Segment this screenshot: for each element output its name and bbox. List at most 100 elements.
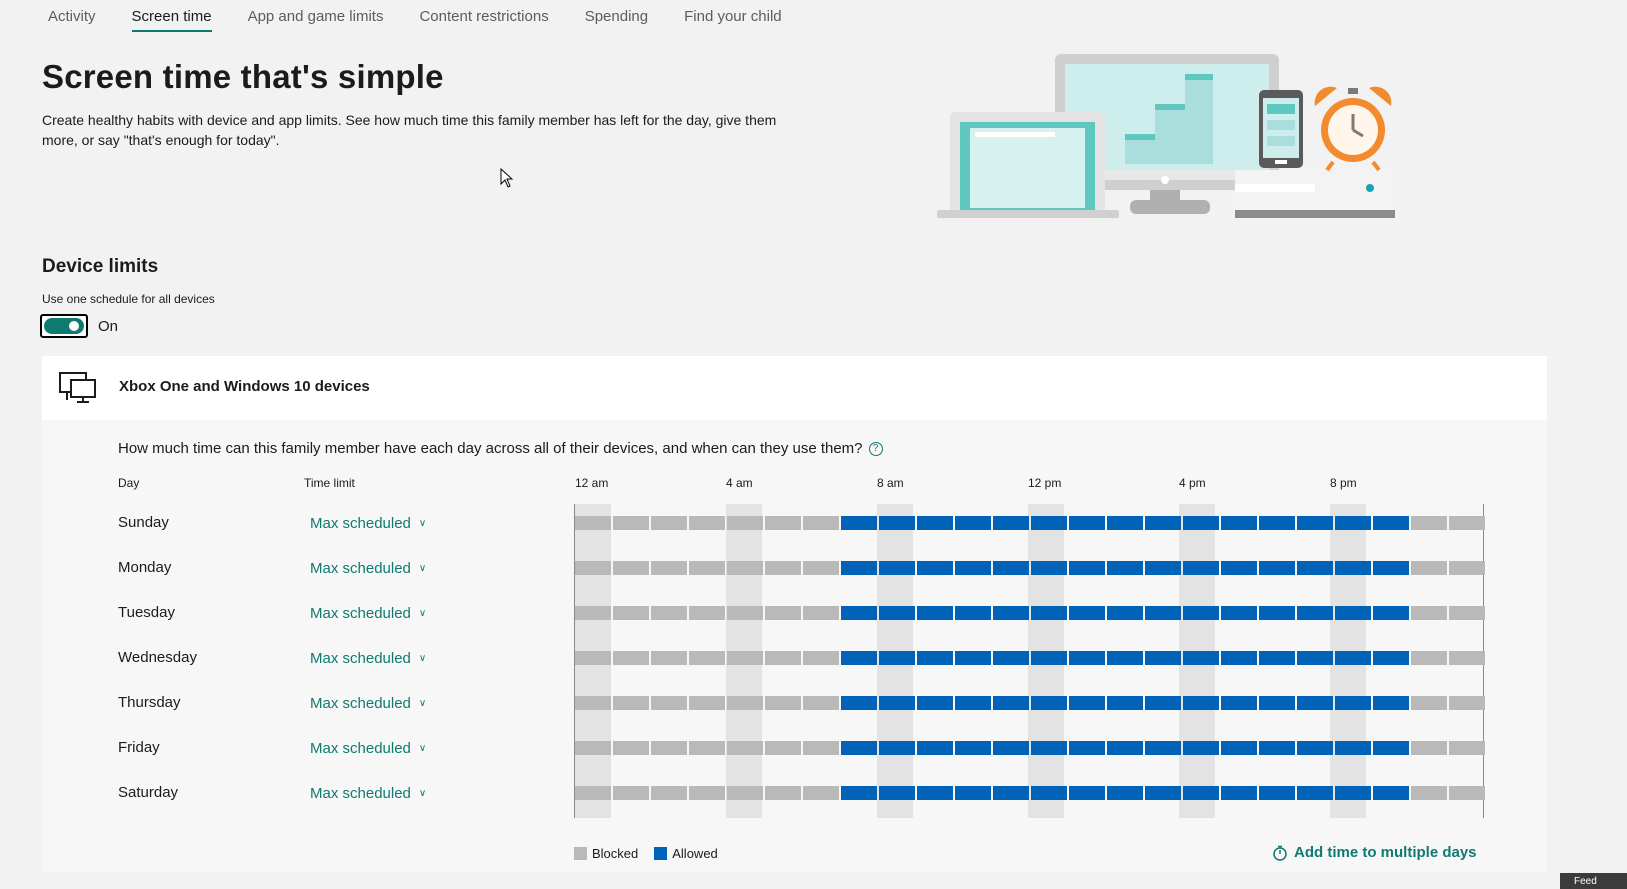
schedule-slot-allowed[interactable] (1335, 786, 1371, 800)
schedule-slot-blocked[interactable] (689, 651, 725, 665)
schedule-slot-blocked[interactable] (727, 696, 763, 710)
schedule-slot-allowed[interactable] (1145, 741, 1181, 755)
schedule-slot-allowed[interactable] (1373, 741, 1409, 755)
schedule-slot-blocked[interactable] (1411, 561, 1447, 575)
schedule-slot-allowed[interactable] (917, 696, 953, 710)
schedule-slot-allowed[interactable] (1069, 606, 1105, 620)
schedule-slot-allowed[interactable] (1221, 786, 1257, 800)
schedule-slot-blocked[interactable] (803, 606, 839, 620)
schedule-slot-allowed[interactable] (1259, 561, 1295, 575)
schedule-slot-blocked[interactable] (1449, 606, 1485, 620)
schedule-slot-allowed[interactable] (1183, 696, 1219, 710)
schedule-slot-allowed[interactable] (1107, 561, 1143, 575)
one-schedule-toggle[interactable] (40, 314, 88, 338)
schedule-slot-allowed[interactable] (1069, 786, 1105, 800)
schedule-slot-allowed[interactable] (1297, 741, 1333, 755)
schedule-slot-allowed[interactable] (1031, 651, 1067, 665)
schedule-slot-allowed[interactable] (955, 786, 991, 800)
schedule-slot-allowed[interactable] (1297, 606, 1333, 620)
schedule-slot-allowed[interactable] (1373, 516, 1409, 530)
schedule-slot-blocked[interactable] (1411, 786, 1447, 800)
schedule-slot-allowed[interactable] (1183, 516, 1219, 530)
schedule-slot-allowed[interactable] (1335, 606, 1371, 620)
schedule-slot-blocked[interactable] (765, 696, 801, 710)
schedule-slot-allowed[interactable] (955, 651, 991, 665)
schedule-slot-allowed[interactable] (993, 741, 1029, 755)
schedule-slot-blocked[interactable] (575, 696, 611, 710)
schedule-slot-blocked[interactable] (765, 561, 801, 575)
schedule-slot-blocked[interactable] (689, 696, 725, 710)
schedule-slot-allowed[interactable] (1221, 741, 1257, 755)
schedule-slot-allowed[interactable] (1297, 561, 1333, 575)
schedule-slot-allowed[interactable] (1069, 741, 1105, 755)
schedule-slot-allowed[interactable] (1259, 696, 1295, 710)
schedule-slot-allowed[interactable] (841, 696, 877, 710)
schedule-slot-allowed[interactable] (917, 561, 953, 575)
schedule-slot-allowed[interactable] (1335, 651, 1371, 665)
schedule-slot-allowed[interactable] (1373, 651, 1409, 665)
schedule-slot-allowed[interactable] (1297, 696, 1333, 710)
time-limit-dropdown[interactable]: Max scheduled ∨ (310, 785, 426, 802)
schedule-slot-allowed[interactable] (1107, 516, 1143, 530)
schedule-slot-allowed[interactable] (1297, 651, 1333, 665)
schedule-slot-blocked[interactable] (613, 516, 649, 530)
schedule-slot-allowed[interactable] (841, 741, 877, 755)
schedule-slot-blocked[interactable] (575, 651, 611, 665)
schedule-slot-allowed[interactable] (879, 606, 915, 620)
schedule-slot-blocked[interactable] (803, 651, 839, 665)
schedule-slot-blocked[interactable] (727, 561, 763, 575)
schedule-slot-allowed[interactable] (1069, 651, 1105, 665)
schedule-slot-allowed[interactable] (1031, 561, 1067, 575)
schedule-slot-blocked[interactable] (575, 561, 611, 575)
schedule-slot-blocked[interactable] (727, 786, 763, 800)
schedule-slot-allowed[interactable] (1145, 561, 1181, 575)
schedule-slot-allowed[interactable] (1373, 696, 1409, 710)
schedule-slot-blocked[interactable] (1449, 786, 1485, 800)
schedule-slot-allowed[interactable] (1107, 696, 1143, 710)
schedule-slot-allowed[interactable] (1145, 606, 1181, 620)
schedule-slot-allowed[interactable] (1031, 516, 1067, 530)
schedule-slot-allowed[interactable] (1145, 786, 1181, 800)
schedule-slot-blocked[interactable] (651, 606, 687, 620)
schedule-slot-allowed[interactable] (1107, 606, 1143, 620)
schedule-slot-allowed[interactable] (1221, 696, 1257, 710)
schedule-slot-blocked[interactable] (613, 651, 649, 665)
schedule-slot-allowed[interactable] (1373, 561, 1409, 575)
schedule-slot-allowed[interactable] (1107, 651, 1143, 665)
schedule-slot-allowed[interactable] (1031, 696, 1067, 710)
schedule-slot-allowed[interactable] (955, 516, 991, 530)
schedule-slot-allowed[interactable] (1031, 606, 1067, 620)
schedule-slot-allowed[interactable] (917, 741, 953, 755)
schedule-slot-blocked[interactable] (1449, 651, 1485, 665)
schedule-slot-blocked[interactable] (1449, 741, 1485, 755)
schedule-slot-allowed[interactable] (1335, 561, 1371, 575)
schedule-slot-blocked[interactable] (765, 606, 801, 620)
schedule-slot-blocked[interactable] (689, 561, 725, 575)
schedule-slot-allowed[interactable] (1031, 786, 1067, 800)
feedback-button[interactable]: Feed (1560, 873, 1627, 889)
schedule-slot-allowed[interactable] (1335, 516, 1371, 530)
schedule-slot-allowed[interactable] (879, 516, 915, 530)
schedule-slot-allowed[interactable] (993, 696, 1029, 710)
schedule-slot-blocked[interactable] (651, 561, 687, 575)
schedule-slot-blocked[interactable] (1411, 651, 1447, 665)
schedule-slot-blocked[interactable] (765, 786, 801, 800)
schedule-slot-blocked[interactable] (613, 561, 649, 575)
schedule-slot-allowed[interactable] (1297, 786, 1333, 800)
schedule-slot-allowed[interactable] (917, 516, 953, 530)
schedule-slot-allowed[interactable] (955, 741, 991, 755)
time-limit-dropdown[interactable]: Max scheduled ∨ (310, 560, 426, 577)
schedule-slot-allowed[interactable] (879, 696, 915, 710)
schedule-slot-allowed[interactable] (1031, 741, 1067, 755)
schedule-slot-allowed[interactable] (841, 786, 877, 800)
schedule-slot-allowed[interactable] (1145, 651, 1181, 665)
schedule-slot-blocked[interactable] (575, 516, 611, 530)
schedule-slot-allowed[interactable] (1335, 741, 1371, 755)
schedule-slot-blocked[interactable] (689, 516, 725, 530)
help-icon[interactable]: ? (868, 441, 883, 456)
schedule-slot-allowed[interactable] (1373, 786, 1409, 800)
schedule-slot-blocked[interactable] (575, 606, 611, 620)
schedule-slot-blocked[interactable] (651, 651, 687, 665)
schedule-slot-blocked[interactable] (727, 606, 763, 620)
schedule-slot-blocked[interactable] (651, 696, 687, 710)
